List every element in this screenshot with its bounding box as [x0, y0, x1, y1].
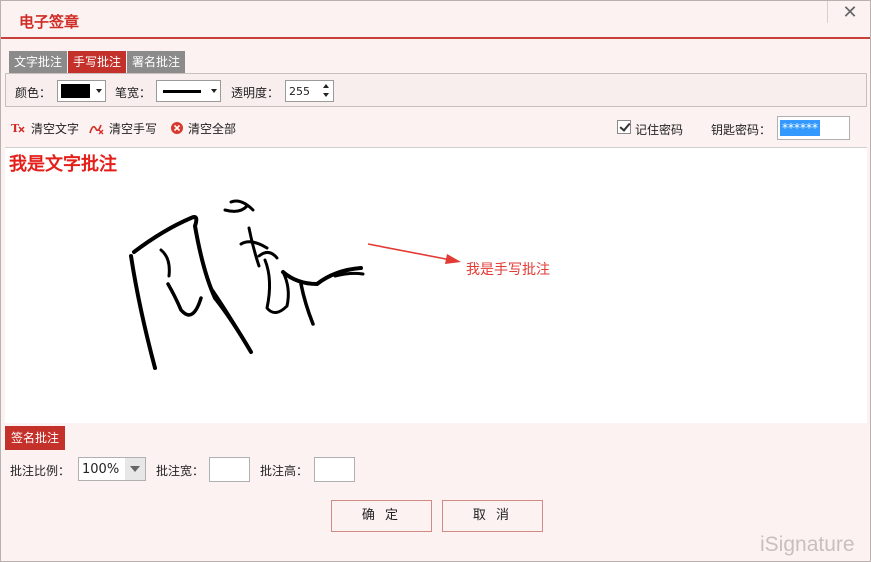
clear-handwriting-label: 清空手写 — [109, 121, 158, 136]
tab-signed-annotation[interactable]: 署名批注 — [127, 51, 187, 73]
chevron-down-icon — [130, 466, 140, 472]
opacity-label: 透明度： — [231, 86, 280, 100]
scale-select[interactable]: 100% — [78, 457, 146, 481]
spin-down-icon[interactable] — [323, 93, 329, 97]
annotation-width-input[interactable] — [209, 457, 250, 482]
color-swatch — [61, 84, 90, 98]
annotation-height-input[interactable] — [314, 457, 355, 482]
clear-text-icon: T — [11, 122, 25, 135]
clear-all-button[interactable]: 清空全部 — [170, 119, 236, 137]
scale-value: 100% — [82, 462, 120, 477]
signature-section-tab: 签名批注 — [5, 426, 66, 450]
close-icon[interactable]: ✕ — [839, 3, 861, 23]
pen-width-select[interactable] — [156, 80, 221, 102]
height-label: 批注高： — [260, 464, 309, 478]
chevron-down-icon — [96, 89, 102, 93]
remember-password-label: 记住密码 — [635, 123, 684, 137]
window-title: 电子签章 — [19, 13, 80, 31]
key-password-value: ****** — [780, 120, 820, 136]
color-picker[interactable] — [57, 80, 106, 102]
pen-toolbar: 颜色： 笔宽： 透明度： 255 — [5, 73, 867, 107]
remember-password-checkbox[interactable] — [617, 120, 631, 134]
clear-handwriting-button[interactable]: 清空手写 — [89, 119, 157, 137]
spin-up-icon[interactable] — [323, 84, 329, 88]
color-label: 颜色： — [15, 86, 52, 100]
cancel-button[interactable]: 取 消 — [442, 500, 543, 532]
tab-text-annotation[interactable]: 文字批注 — [9, 51, 69, 73]
chevron-down-icon — [211, 89, 217, 93]
title-bar: 电子签章 ✕ — [1, 1, 870, 39]
opacity-value: 255 — [289, 85, 310, 98]
opacity-spinner[interactable]: 255 — [285, 80, 334, 102]
action-toolbar: T 清空文字 清空手写 清空全部 记住密码 钥匙密码： ****** — [5, 113, 867, 143]
tab-handwriting-annotation[interactable]: 手写批注 — [68, 51, 128, 73]
clear-all-label: 清空全部 — [188, 121, 237, 136]
clear-text-button[interactable]: T 清空文字 — [11, 119, 79, 137]
width-label: 批注宽： — [156, 464, 205, 478]
key-password-label: 钥匙密码： — [711, 123, 772, 137]
pen-width-label: 笔宽： — [115, 86, 152, 100]
clear-all-icon — [171, 122, 183, 134]
isignature-logo: iSignature — [760, 533, 855, 556]
handwriting-annotation: 我是手写批注 — [466, 262, 550, 278]
clear-text-label: 清空文字 — [31, 121, 80, 136]
signature-dialog: 电子签章 ✕ 文字批注 手写批注 署名批注 颜色： 笔宽： 透明度： 255 T — [0, 0, 871, 562]
ok-button[interactable]: 确 定 — [331, 500, 432, 532]
annotation-tabs: 文字批注 手写批注 署名批注 — [9, 51, 187, 73]
clear-handwriting-icon — [89, 124, 104, 135]
scale-dropdown-button[interactable] — [125, 458, 145, 480]
handwriting-strokes — [129, 199, 461, 370]
svg-text:T: T — [11, 122, 20, 135]
annotation-canvas[interactable]: 我是文字批注 我是手写批注 — [5, 147, 867, 423]
key-password-field[interactable]: ****** — [777, 116, 850, 140]
pen-width-preview — [163, 90, 201, 93]
signature-settings-row: 批注比例： 100% 批注宽： 批注高： — [1, 457, 870, 483]
title-separator — [827, 1, 828, 23]
scale-label: 批注比例： — [10, 464, 71, 478]
